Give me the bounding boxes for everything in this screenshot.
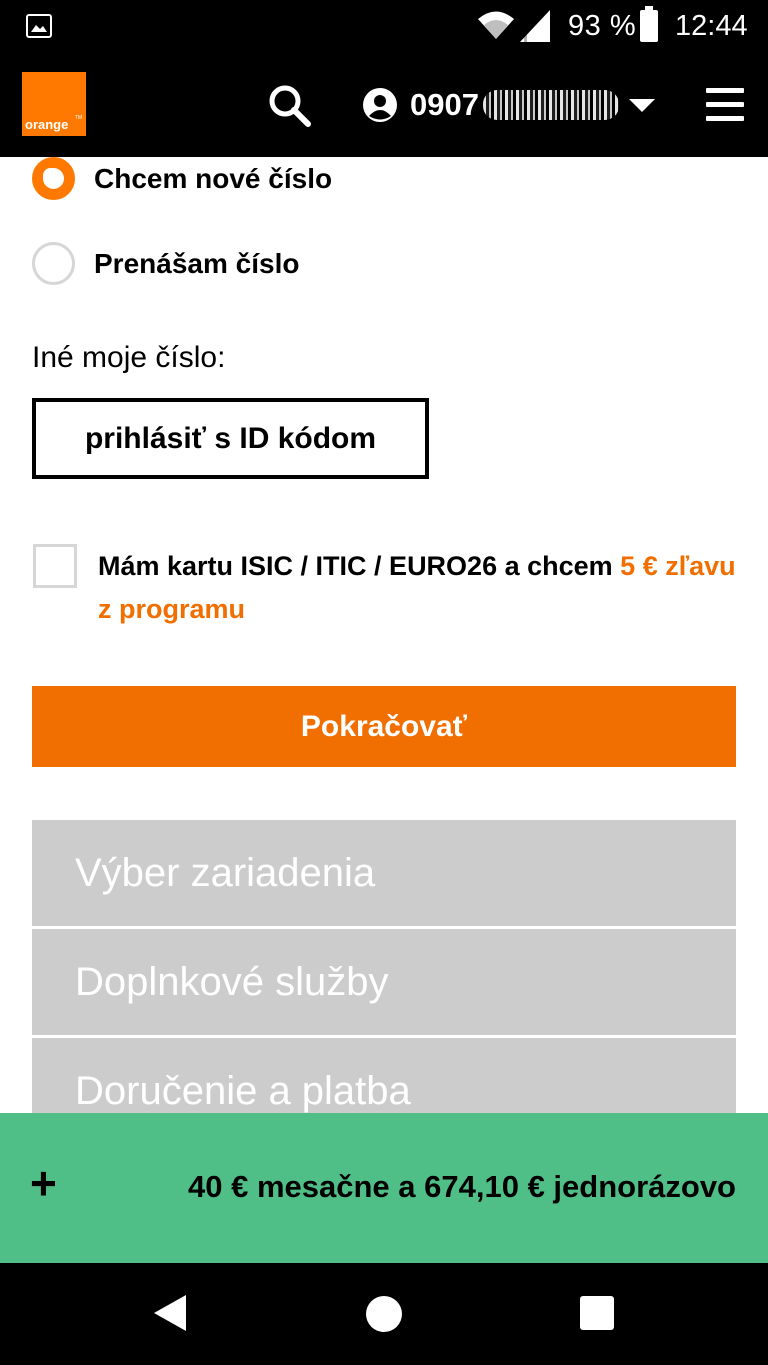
back-icon[interactable]: [152, 1293, 188, 1333]
status-bar: 93 % 12:44: [0, 0, 768, 54]
battery-percent: 93 %: [568, 10, 637, 42]
logo-trademark: TM: [74, 115, 82, 121]
signal-icon: [520, 10, 550, 42]
radio-port-number[interactable]: Prenášam číslo: [32, 242, 299, 285]
app-header: orange TM 0907: [0, 54, 768, 157]
price-total: 40 € mesačne a 674,10 € jednorázovo: [188, 1169, 736, 1204]
battery-icon: [640, 6, 658, 42]
continue-button[interactable]: Pokračovať: [32, 686, 736, 767]
radio-button[interactable]: [32, 242, 75, 285]
other-number-label: Iné moje číslo:: [32, 341, 226, 374]
wifi-icon: [478, 11, 514, 39]
radio-label: Chcem nové číslo: [94, 162, 333, 194]
recent-apps-icon[interactable]: [580, 1296, 614, 1330]
chevron-down-icon: [628, 98, 655, 112]
radio-label: Prenášam číslo: [94, 247, 300, 279]
price-summary-bar[interactable]: + 40 € mesačne a 674,10 € jednorázovo: [0, 1113, 768, 1263]
masked-number: [482, 90, 619, 120]
logo-text: orange: [25, 117, 69, 132]
user-icon: [363, 88, 397, 122]
orange-logo[interactable]: orange TM: [22, 72, 86, 136]
radio-button-selected[interactable]: [32, 157, 75, 200]
search-icon[interactable]: [266, 82, 314, 130]
isic-label[interactable]: Mám kartu ISIC / ITIC / EURO26 a chcem 5…: [98, 545, 748, 631]
isic-checkbox[interactable]: [33, 544, 77, 588]
radio-new-number[interactable]: Chcem nové číslo: [32, 157, 332, 200]
account-number: 0907: [410, 87, 479, 122]
step-additional-services[interactable]: Doplnkové služby: [32, 929, 736, 1035]
step-device-selection[interactable]: Výber zariadenia: [32, 820, 736, 926]
isic-text-main: Mám kartu ISIC / ITIC / EURO26 a chcem: [98, 551, 621, 581]
expand-plus-icon[interactable]: +: [30, 1160, 57, 1206]
clock: 12:44: [675, 10, 748, 42]
account-selector[interactable]: 0907: [362, 82, 655, 128]
login-id-button[interactable]: prihlásiť s ID kódom: [32, 398, 429, 479]
home-icon[interactable]: [366, 1296, 402, 1332]
hamburger-menu-icon[interactable]: [706, 88, 744, 122]
image-notification-icon: [26, 14, 52, 38]
android-nav-bar: [0, 1263, 768, 1365]
